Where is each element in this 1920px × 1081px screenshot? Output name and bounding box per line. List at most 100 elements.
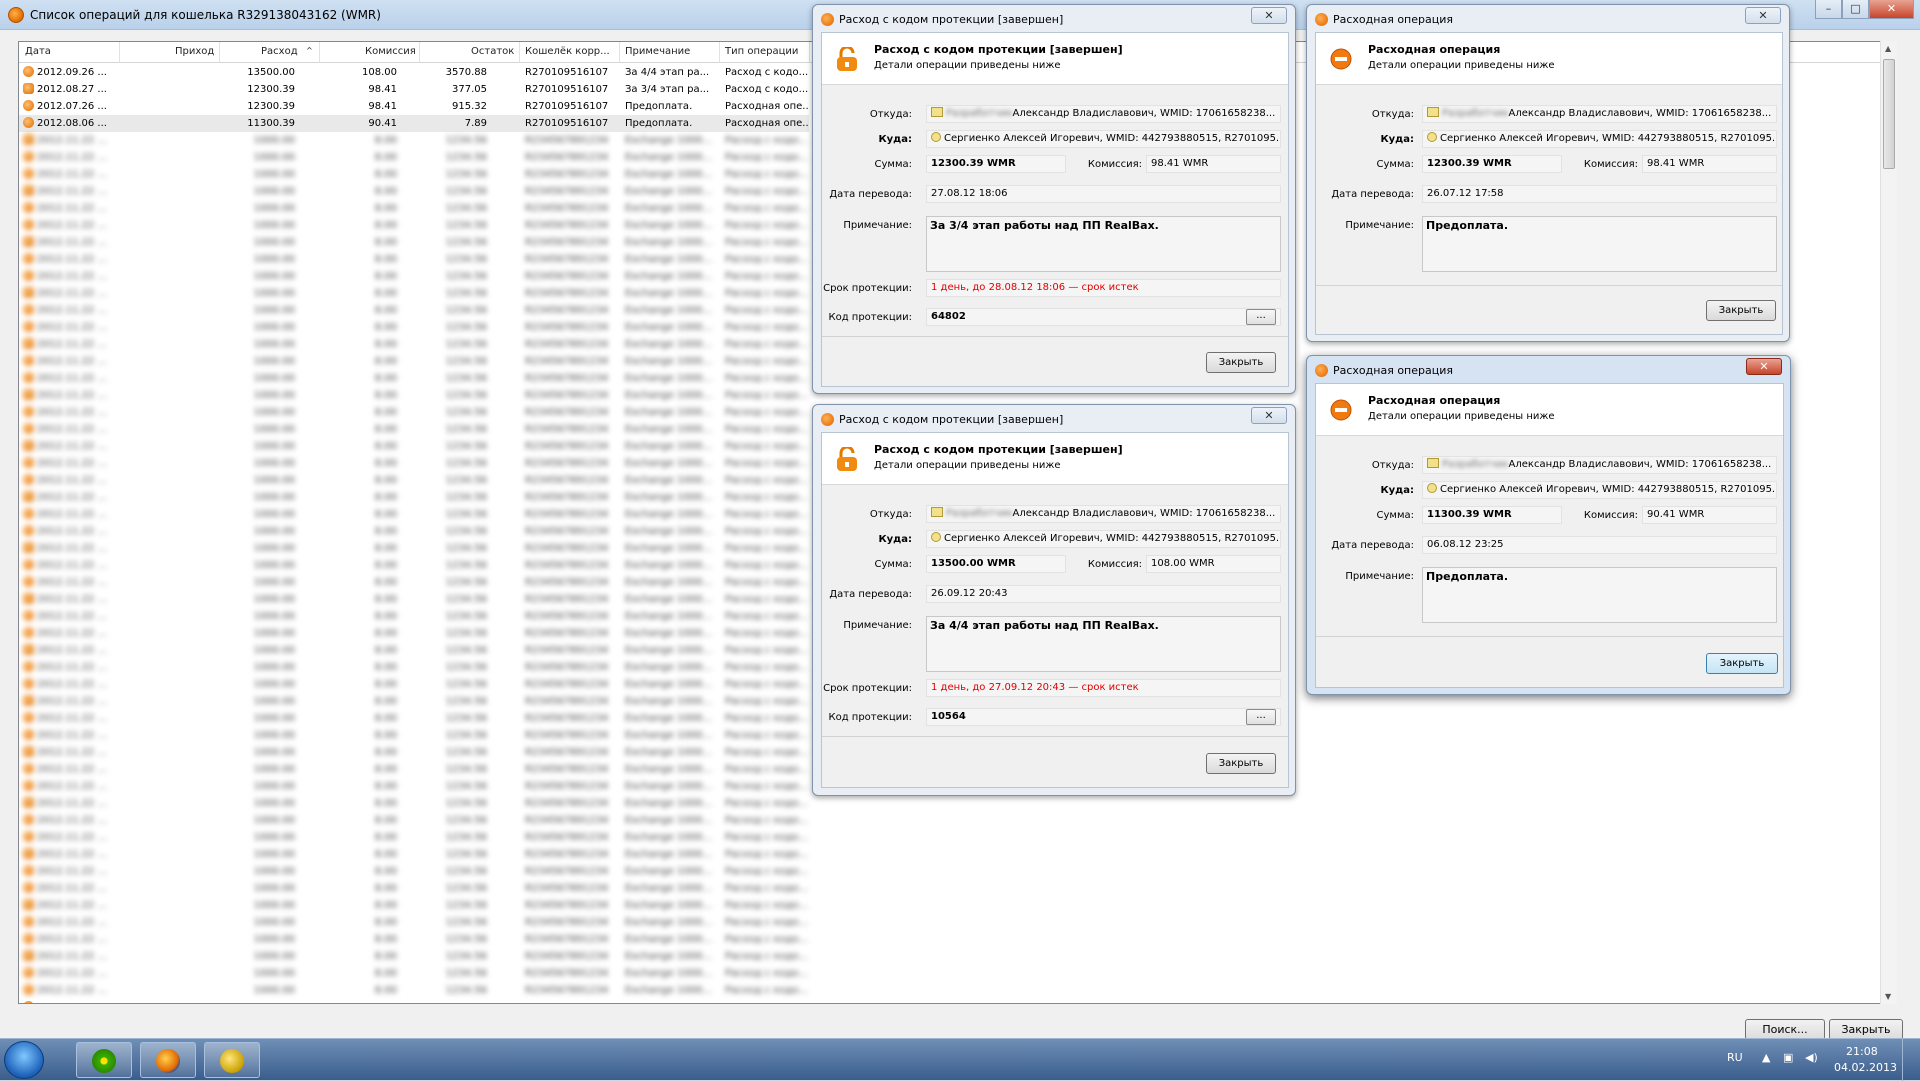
note-textarea[interactable]: Предоплата. <box>1422 216 1777 272</box>
table-row[interactable]: 2012.11.22 ... 1000.00 8.00 1234.56 R2345678… <box>19 625 809 642</box>
table-row[interactable]: 2012.11.22 ... 1000.00 8.00 1234.56 R2345678… <box>19 285 809 302</box>
scroll-up-arrow[interactable]: ▲ <box>1885 44 1891 53</box>
minimize-button[interactable]: – <box>1815 0 1842 19</box>
language-indicator[interactable]: RU <box>1727 1051 1743 1064</box>
table-row[interactable]: 2012.11.22 ... 1000.00 8.00 1234.56 R2345678… <box>19 591 809 608</box>
table-row[interactable]: 2012.11.22 ... 1000.00 8.00 1234.56 R2345678… <box>19 523 809 540</box>
column-header-wallet[interactable]: Кошелёк корр... <box>525 46 610 57</box>
table-row[interactable]: 2012.11.22 ... 1000.00 8.00 1234.56 R2345678… <box>19 438 809 455</box>
cell-wallet: R234567891234 <box>525 985 609 996</box>
table-row[interactable]: 2012.11.22 ... 1000.00 8.00 1234.56 R2345678… <box>19 472 809 489</box>
table-row[interactable]: 2012.11.22 ... 1000.00 8.00 1234.56 R2345678… <box>19 693 809 710</box>
column-header-type[interactable]: Тип операции <box>725 46 798 57</box>
code-options-button[interactable]: ... <box>1246 309 1276 325</box>
table-row[interactable]: 2012.11.22 ... 1000.00 8.00 1234.56 R2345678… <box>19 982 809 999</box>
taskbar-firefox[interactable] <box>140 1042 196 1078</box>
table-row[interactable]: 2012.11.22 ... 1000.00 8.00 1234.56 R2345678… <box>19 608 809 625</box>
taskbar-icq[interactable] <box>76 1042 132 1078</box>
table-row[interactable]: 2012.11.22 ... 1000.00 8.00 1234.56 R2345678… <box>19 319 809 336</box>
scroll-thumb[interactable] <box>1883 59 1895 169</box>
scroll-down-arrow[interactable]: ▼ <box>1885 992 1891 1001</box>
table-row[interactable]: 2012.11.22 ... 1000.00 8.00 1234.56 R2345678… <box>19 795 809 812</box>
table-row[interactable]: 2012.11.22 ... 1000.00 8.00 1234.56 R2345678… <box>19 812 809 829</box>
table-row[interactable]: 2012.11.22 ... 1000.00 8.00 1234.56 R2345678… <box>19 217 809 234</box>
close-main-button[interactable]: Закрыть <box>1829 1019 1903 1040</box>
dialog-close-icon[interactable]: ✕ <box>1251 7 1287 24</box>
cell-fee: 8.00 <box>374 747 397 758</box>
table-row[interactable]: 2012.11.22 ... 1000.00 8.00 1234.56 R2345678… <box>19 931 809 948</box>
table-row[interactable]: 2012.08.06 ... 11300.39 90.41 7.89 R27010951… <box>19 115 809 132</box>
table-row[interactable]: 2012.11.22 ... 1000.00 8.00 1234.56 R2345678… <box>19 761 809 778</box>
table-row[interactable]: 2012.11.22 ... 1000.00 8.00 1234.56 R2345678… <box>19 302 809 319</box>
network-icon[interactable]: ▣ <box>1783 1051 1793 1064</box>
table-row[interactable]: 2012.11.22 ... 1000.00 8.00 1234.56 R2345678… <box>19 200 809 217</box>
table-row[interactable]: 2012.08.28 ... 800.39 6.41 635.32 R270109516… <box>19 999 809 1003</box>
table-row[interactable]: 2012.11.22 ... 1000.00 8.00 1234.56 R2345678… <box>19 778 809 795</box>
table-row[interactable]: 2012.11.22 ... 1000.00 8.00 1234.56 R2345678… <box>19 251 809 268</box>
dialog-close-button[interactable]: Закрыть <box>1706 653 1778 674</box>
table-row[interactable]: 2012.11.22 ... 1000.00 8.00 1234.56 R2345678… <box>19 846 809 863</box>
table-row[interactable]: 2012.09.26 ... 13500.00 108.00 3570.88 R2701… <box>19 64 809 81</box>
note-textarea[interactable]: За 3/4 этап работы над ПП RealBax. <box>926 216 1281 272</box>
dialog-close-icon[interactable]: ✕ <box>1251 407 1287 424</box>
note-textarea[interactable]: За 4/4 этап работы над ПП RealBax. <box>926 616 1281 672</box>
dialog-close-button[interactable]: Закрыть <box>1206 753 1276 774</box>
table-row[interactable]: 2012.11.22 ... 1000.00 8.00 1234.56 R2345678… <box>19 132 809 149</box>
clock-time[interactable]: 21:08 <box>1846 1045 1878 1058</box>
table-row[interactable]: 2012.11.22 ... 1000.00 8.00 1234.56 R2345678… <box>19 880 809 897</box>
note-textarea[interactable]: Предоплата. <box>1422 567 1777 623</box>
table-row[interactable]: 2012.11.22 ... 1000.00 8.00 1234.56 R2345678… <box>19 234 809 251</box>
table-row[interactable]: 2012.11.22 ... 1000.00 8.00 1234.56 R2345678… <box>19 540 809 557</box>
dialog-close-button[interactable]: Закрыть <box>1706 300 1776 321</box>
table-row[interactable]: 2012.11.22 ... 1000.00 8.00 1234.56 R2345678… <box>19 370 809 387</box>
maximize-button[interactable]: □ <box>1842 0 1869 19</box>
table-row[interactable]: 2012.11.22 ... 1000.00 8.00 1234.56 R2345678… <box>19 727 809 744</box>
table-row[interactable]: 2012.11.22 ... 1000.00 8.00 1234.56 R2345678… <box>19 336 809 353</box>
table-row[interactable]: 2012.11.22 ... 1000.00 8.00 1234.56 R2345678… <box>19 455 809 472</box>
column-header-fee[interactable]: Комиссия <box>365 46 416 57</box>
table-row[interactable]: 2012.11.22 ... 1000.00 8.00 1234.56 R2345678… <box>19 353 809 370</box>
table-row[interactable]: 2012.11.22 ... 1000.00 8.00 1234.56 R2345678… <box>19 268 809 285</box>
table-row[interactable]: 2012.11.22 ... 1000.00 8.00 1234.56 R2345678… <box>19 149 809 166</box>
table-row[interactable]: 2012.11.22 ... 1000.00 8.00 1234.56 R2345678… <box>19 387 809 404</box>
table-row[interactable]: 2012.11.22 ... 1000.00 8.00 1234.56 R2345678… <box>19 744 809 761</box>
table-row[interactable]: 2012.11.22 ... 1000.00 8.00 1234.56 R2345678… <box>19 557 809 574</box>
table-row[interactable]: 2012.11.22 ... 1000.00 8.00 1234.56 R2345678… <box>19 676 809 693</box>
table-row[interactable]: 2012.11.22 ... 1000.00 8.00 1234.56 R2345678… <box>19 863 809 880</box>
column-header-income[interactable]: Приход <box>175 46 214 57</box>
column-header-date[interactable]: Дата <box>25 46 51 57</box>
table-row[interactable]: 2012.11.22 ... 1000.00 8.00 1234.56 R2345678… <box>19 489 809 506</box>
search-button[interactable]: Поиск... <box>1745 1019 1825 1040</box>
vertical-scrollbar[interactable]: ▲ ▼ <box>1880 41 1897 1004</box>
dialog-close-icon[interactable]: ✕ <box>1745 7 1781 24</box>
table-row[interactable]: 2012.11.22 ... 1000.00 8.00 1234.56 R2345678… <box>19 829 809 846</box>
table-row[interactable]: 2012.11.22 ... 1000.00 8.00 1234.56 R2345678… <box>19 965 809 982</box>
column-header-note[interactable]: Примечание <box>625 46 690 57</box>
table-row[interactable]: 2012.07.26 ... 12300.39 98.41 915.32 R270109… <box>19 98 809 115</box>
start-button[interactable] <box>4 1041 44 1079</box>
code-options-button[interactable]: ... <box>1246 709 1276 725</box>
table-row[interactable]: 2012.11.22 ... 1000.00 8.00 1234.56 R2345678… <box>19 642 809 659</box>
dialog-close-button[interactable]: Закрыть <box>1206 352 1276 373</box>
close-window-button[interactable]: ✕ <box>1869 0 1914 19</box>
table-row[interactable]: 2012.11.22 ... 1000.00 8.00 1234.56 R2345678… <box>19 659 809 676</box>
table-row[interactable]: 2012.11.22 ... 1000.00 8.00 1234.56 R2345678… <box>19 404 809 421</box>
show-desktop-button[interactable] <box>1902 1039 1920 1081</box>
table-row[interactable]: 2012.11.22 ... 1000.00 8.00 1234.56 R2345678… <box>19 897 809 914</box>
table-row[interactable]: 2012.11.22 ... 1000.00 8.00 1234.56 R2345678… <box>19 574 809 591</box>
show-hidden-icons[interactable]: ▲ <box>1762 1051 1770 1064</box>
column-header-balance[interactable]: Остаток <box>471 46 514 57</box>
table-row[interactable]: 2012.11.22 ... 1000.00 8.00 1234.56 R2345678… <box>19 506 809 523</box>
table-row[interactable]: 2012.08.27 ... 12300.39 98.41 377.05 R270109… <box>19 81 809 98</box>
volume-icon[interactable]: ◀) <box>1805 1051 1818 1064</box>
clock-date[interactable]: 04.02.2013 <box>1834 1061 1897 1074</box>
table-row[interactable]: 2012.11.22 ... 1000.00 8.00 1234.56 R2345678… <box>19 183 809 200</box>
table-row[interactable]: 2012.11.22 ... 1000.00 8.00 1234.56 R2345678… <box>19 166 809 183</box>
table-row[interactable]: 2012.11.22 ... 1000.00 8.00 1234.56 R2345678… <box>19 710 809 727</box>
table-row[interactable]: 2012.11.22 ... 1000.00 8.00 1234.56 R2345678… <box>19 421 809 438</box>
dialog-close-icon[interactable]: ✕ <box>1746 358 1782 375</box>
table-row[interactable]: 2012.11.22 ... 1000.00 8.00 1234.56 R2345678… <box>19 948 809 965</box>
column-header-expense[interactable]: Расход <box>261 46 298 57</box>
taskbar-webmoney[interactable] <box>204 1042 260 1078</box>
table-row[interactable]: 2012.11.22 ... 1000.00 8.00 1234.56 R2345678… <box>19 914 809 931</box>
